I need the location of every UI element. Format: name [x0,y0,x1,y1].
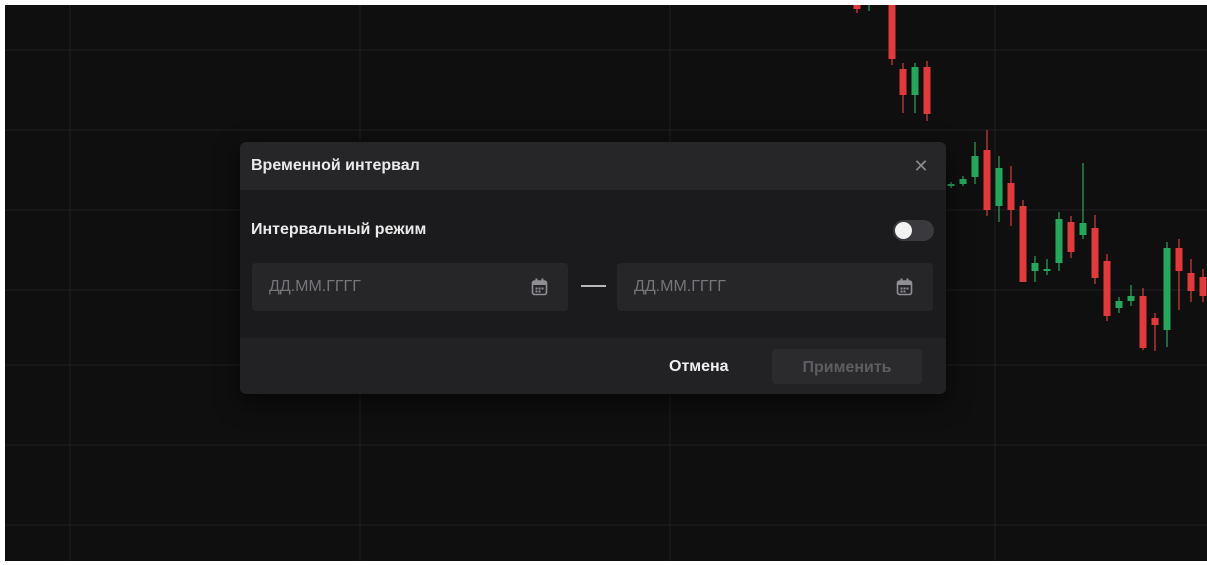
calendar-icon[interactable] [531,278,548,296]
candle-up [947,184,955,186]
candle-down [1199,277,1207,296]
date-to-input[interactable] [617,263,887,311]
dialog-footer: Отмена Применить [240,338,946,394]
candle-down [983,150,991,210]
candle-down [1151,318,1159,325]
candle-up [1115,301,1123,308]
candle-up [1127,296,1135,301]
candle-down [853,5,861,9]
candle-down [1091,228,1099,278]
candle-up [1163,248,1171,330]
dialog-title: Временной интервал [251,157,420,174]
apply-button[interactable]: Применить [772,349,922,384]
candle-up [1055,219,1063,263]
cancel-button[interactable]: Отмена [657,352,741,382]
date-from-field[interactable] [252,263,568,311]
candle-down [1019,206,1027,282]
date-from-input[interactable] [252,263,522,311]
date-to-field[interactable] [617,263,933,311]
candle-down [1103,261,1111,316]
candle-up [1079,223,1087,235]
chart-screen[interactable]: Временной интервал ✕ Интервальный режим [5,5,1207,561]
candle-down [899,69,907,95]
candle-up [995,168,1003,206]
candle-down [1007,183,1015,210]
candle-down [1187,273,1195,291]
calendar-icon[interactable] [896,278,913,296]
interval-mode-toggle[interactable] [893,220,934,241]
range-separator [581,285,606,287]
time-interval-dialog: Временной интервал ✕ Интервальный режим [240,142,946,394]
candle-down [1067,222,1075,252]
candle-up [1031,263,1039,271]
candle-up [911,67,919,95]
dialog-header: Временной интервал ✕ [240,142,946,190]
interval-mode-label: Интервальный режим [251,221,427,238]
candle-up [971,156,979,177]
candle-down [1175,248,1183,271]
close-icon[interactable]: ✕ [910,155,932,177]
candle-down [888,5,896,59]
candle-down [1139,296,1147,348]
candle-up [1043,269,1051,271]
toggle-knob [895,222,912,239]
candle-up [959,179,967,184]
candle-down [923,67,931,114]
